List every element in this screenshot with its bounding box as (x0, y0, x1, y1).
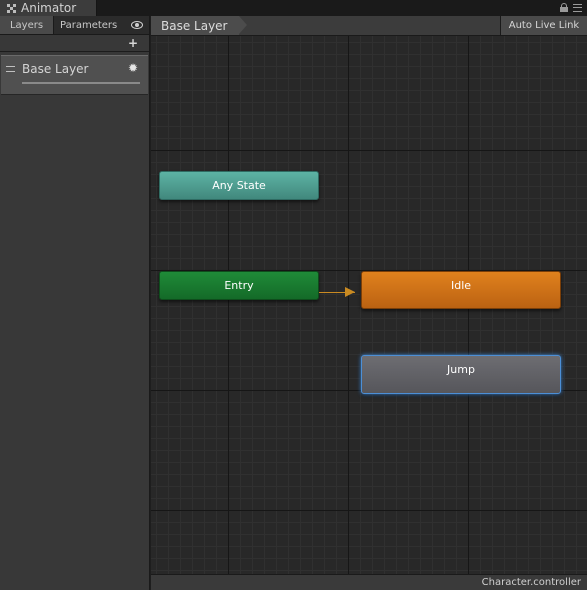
layers-toolbar: + (0, 35, 149, 52)
window-controls (560, 3, 582, 12)
animator-window-tab[interactable]: Animator (0, 0, 97, 16)
animator-icon (7, 3, 16, 13)
jump-state-node[interactable]: Jump (361, 355, 561, 394)
entry-node[interactable]: Entry (159, 271, 319, 300)
state-machine-graph[interactable]: Base Layer Auto Live Link Any State Entr… (151, 16, 587, 574)
plus-icon[interactable]: + (128, 37, 138, 49)
idle-label: Idle (450, 279, 472, 292)
entry-label: Entry (224, 279, 254, 292)
jump-label: Jump (447, 363, 475, 376)
window-title: Animator (21, 1, 77, 15)
auto-live-link-label: Auto Live Link (508, 20, 580, 31)
idle-state-node[interactable]: Idle (361, 271, 561, 309)
breadcrumb-bar: Base Layer Auto Live Link (151, 16, 587, 36)
layer-name: Base Layer (22, 62, 89, 76)
window-tab-strip: Animator (0, 0, 587, 16)
eye-icon[interactable] (131, 21, 143, 29)
breadcrumb-label: Base Layer (161, 18, 228, 33)
lock-icon[interactable] (560, 3, 568, 12)
any-state-label: Any State (212, 179, 266, 192)
layer-item-base-layer[interactable]: Base Layer ✹ (1, 55, 148, 95)
panel-tab-bar: Layers Parameters (0, 16, 149, 35)
layers-panel: Layers Parameters + Base Layer ✹ (0, 16, 150, 590)
menu-icon[interactable] (573, 3, 582, 12)
tab-layers-label: Layers (9, 19, 44, 31)
tab-parameters-label: Parameters (60, 19, 118, 31)
auto-live-link-button[interactable]: Auto Live Link (500, 16, 587, 35)
layer-weight-slider[interactable] (22, 82, 140, 84)
tab-parameters[interactable]: Parameters (54, 16, 149, 34)
transition-arrow-icon (345, 287, 355, 297)
controller-name: Character.controller (481, 577, 581, 588)
any-state-node[interactable]: Any State (159, 171, 319, 200)
breadcrumb[interactable]: Base Layer (151, 16, 247, 35)
status-bar: Character.controller (151, 574, 587, 590)
drag-handle-icon[interactable] (6, 66, 15, 72)
gear-icon[interactable]: ✹ (128, 61, 138, 75)
tab-layers[interactable]: Layers (0, 16, 54, 34)
